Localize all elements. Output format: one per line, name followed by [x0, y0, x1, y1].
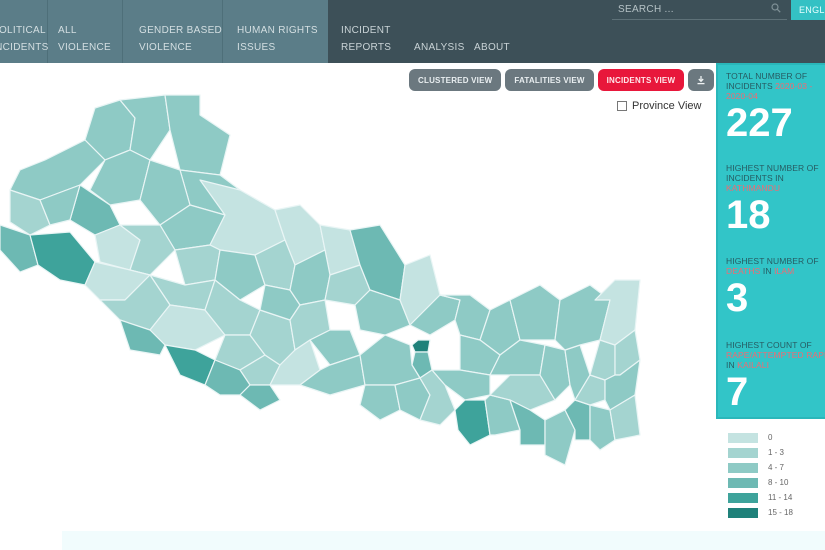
download-button[interactable] [688, 69, 715, 91]
stat-value: 227 [726, 101, 793, 145]
stat-label: HIGHEST COUNT OF RAPE/ATTEMPTED RAPE IN … [726, 340, 825, 370]
legend-swatch [728, 462, 758, 473]
district-solukhumbu[interactable]: Solukhumbu [509, 284, 561, 341]
nav-label: Violence [58, 42, 111, 53]
legend-item: 0 [728, 430, 793, 445]
nav-label: Incident [341, 25, 391, 36]
stat-label: TOTAL NUMBER OF INCIDENTS 2020-03 - 2020… [726, 71, 813, 101]
district-jajarkot[interactable]: Jajarkot [174, 244, 221, 286]
nav-incident-reports[interactable]: Incident Reports [328, 0, 401, 63]
footer-band [62, 531, 825, 550]
legend-swatch [728, 492, 758, 503]
search-box [612, 0, 787, 20]
nav-label: All [58, 25, 77, 36]
legend-item: 4 - 7 [728, 460, 793, 475]
search-input[interactable] [618, 0, 768, 18]
legend-item: 11 - 14 [728, 490, 793, 505]
legend-swatch [728, 507, 758, 518]
clustered-view-button[interactable]: Clustered View [409, 69, 502, 91]
nav-all-violence[interactable]: All Violence [48, 0, 123, 63]
district-kathmandu[interactable]: Kathmandu [411, 339, 431, 353]
district-bara[interactable]: Bara [359, 384, 401, 421]
legend-label: 8 - 10 [768, 478, 789, 487]
nepal-district-map: DarchulaBajhangHumlaBaitadiBajuraAchhamM… [0, 94, 641, 466]
legend-swatch [728, 432, 758, 443]
stats-panel: TOTAL NUMBER OF INCIDENTS 2020-03 - 2020… [716, 63, 825, 419]
district-kailali[interactable]: Kailali [29, 231, 96, 286]
nav-label: About [474, 42, 510, 53]
stat-total-incidents: TOTAL NUMBER OF INCIDENTS 2020-03 - 2020… [726, 71, 825, 143]
nav-political-incidents[interactable]: Political Incidents [0, 0, 48, 63]
search-icon[interactable] [771, 3, 781, 13]
language-button[interactable]: ENGLISH [791, 0, 825, 20]
stat-value: 7 [726, 370, 749, 414]
legend-label: 1 - 3 [768, 448, 785, 457]
incidents-view-button[interactable]: Incidents View [597, 69, 685, 91]
stat-highest-deaths-district: HIGHEST NUMBER OF DEATHS IN ILAM 3 [726, 256, 825, 318]
district-mahottari[interactable]: Mahottari [454, 399, 491, 446]
legend-item: 1 - 3 [728, 445, 793, 460]
district-makwanpur[interactable]: Makwanpur [359, 334, 421, 386]
nav-label: Political [0, 25, 46, 36]
district-parsa[interactable]: Parsa [239, 384, 281, 411]
stat-label: HIGHEST NUMBER OF DEATHS IN ILAM [726, 256, 819, 276]
legend-swatch [728, 477, 758, 488]
nav-label: Issues [237, 42, 276, 53]
nav-label: Human Rights [237, 25, 318, 36]
map-view-toolbar: Clustered View Fatalities View Incidents… [409, 69, 715, 91]
legend-label: 15 - 18 [768, 508, 793, 517]
legend-label: 11 - 14 [768, 493, 793, 502]
nav-label: Violence [139, 42, 192, 53]
district-terhathum[interactable]: Terhathum [589, 339, 616, 381]
nav-label: Reports [341, 42, 392, 53]
nav-gender-based-violence[interactable]: Gender Based Violence [123, 0, 223, 63]
nav-about[interactable]: About [474, 0, 534, 63]
stat-highest-rape-district: HIGHEST COUNT OF RAPE/ATTEMPTED RAPE IN … [726, 340, 825, 412]
nav-analysis[interactable]: Analysis [401, 0, 474, 63]
nav-label: Incidents [0, 42, 49, 53]
nav-human-rights-issues[interactable]: Human Rights Issues [223, 0, 320, 63]
map-legend: 0 1 - 3 4 - 7 8 - 10 11 - 14 15 - 18 [728, 430, 793, 520]
stat-label: HIGHEST NUMBER OF INCIDENTS IN KATHMANDU [726, 163, 819, 193]
nav-secondary-group: Incident Reports Analysis About [328, 0, 534, 63]
legend-label: 0 [768, 433, 773, 442]
fatalities-view-button[interactable]: Fatalities View [505, 69, 594, 91]
nav-label: Analysis [414, 42, 465, 53]
nav-label: Gender Based [139, 25, 223, 36]
legend-label: 4 - 7 [768, 463, 785, 472]
legend-item: 8 - 10 [728, 475, 793, 490]
nav-primary-group: Political Incidents All Violence Gender … [0, 0, 328, 63]
legend-item: 15 - 18 [728, 505, 793, 520]
stat-value: 18 [726, 193, 771, 237]
download-icon [697, 76, 705, 85]
stat-value: 3 [726, 276, 749, 320]
top-navigation-bar: Political Incidents All Violence Gender … [0, 0, 825, 63]
stat-highest-incidents-district: HIGHEST NUMBER OF INCIDENTS IN KATHMANDU… [726, 163, 825, 235]
legend-swatch [728, 447, 758, 458]
district-humla[interactable]: Humla [164, 94, 231, 176]
